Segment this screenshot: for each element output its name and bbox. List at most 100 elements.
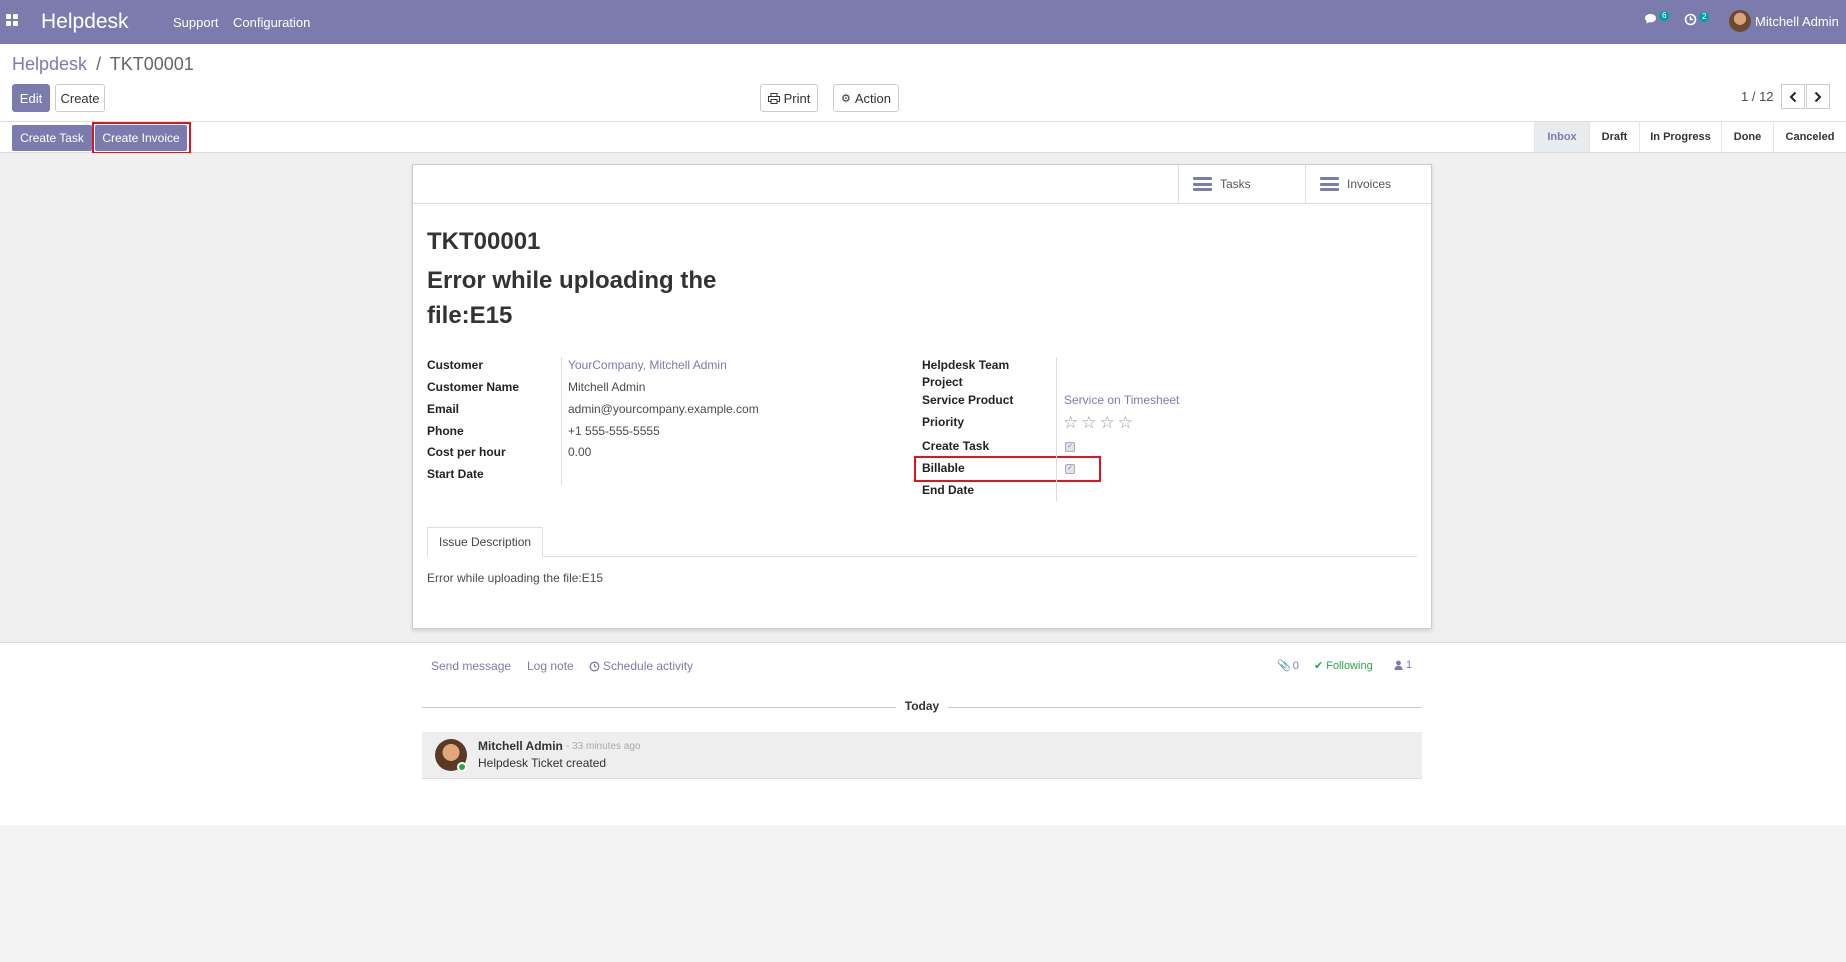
followers-button[interactable]: 1 <box>1394 659 1412 671</box>
invoices-icon <box>1320 177 1339 191</box>
breadcrumb-helpdesk[interactable]: Helpdesk <box>12 54 87 74</box>
pager-value[interactable]: 1 / 12 <box>1741 89 1774 104</box>
tasks-icon <box>1193 177 1212 191</box>
tasks-label: Tasks <box>1220 177 1251 191</box>
action-label: Action <box>854 90 891 106</box>
stage-canceled[interactable]: Canceled <box>1773 122 1846 152</box>
edit-button[interactable]: Edit <box>12 84 50 112</box>
pager-next-button[interactable] <box>1806 84 1830 109</box>
end-date-label: End Date <box>922 483 975 497</box>
start-date-label: Start Date <box>427 467 484 481</box>
cost-per-hour-field[interactable]: 0.00 <box>568 445 591 459</box>
priority-star-icon[interactable]: ☆ <box>1081 413 1096 433</box>
apps-menu-icon[interactable] <box>6 14 20 28</box>
priority-star-icon[interactable]: ☆ <box>1118 413 1133 433</box>
following-button[interactable]: ✔ Following <box>1314 659 1373 673</box>
app-brand[interactable]: Helpdesk <box>41 10 129 34</box>
helpdesk-team-label: Helpdesk Team <box>922 358 1010 372</box>
control-panel: Helpdesk / TKT00001 Edit Create Print ⚙ … <box>0 44 1846 121</box>
attachments-count: 0 <box>1292 659 1299 672</box>
priority-star-icon[interactable]: ☆ <box>1100 413 1115 433</box>
menu-configuration[interactable]: Configuration <box>233 15 310 30</box>
print-icon <box>767 92 780 104</box>
priority-widget: ☆ ☆ ☆ ☆ <box>1063 413 1133 433</box>
create-task-checkbox[interactable]: ✓ <box>1065 442 1075 452</box>
service-product-field[interactable]: Service on Timesheet <box>1064 393 1179 407</box>
form-statusbar: Create Task Create Invoice Inbox Draft I… <box>0 121 1846 154</box>
print-button[interactable]: Print <box>760 84 818 112</box>
left-group-separator <box>561 357 562 485</box>
schedule-activity-label: Schedule activity <box>603 659 694 673</box>
chat-icon <box>1645 14 1656 24</box>
invoices-label: Invoices <box>1347 177 1392 191</box>
user-icon <box>1394 660 1403 670</box>
pager-previous-button[interactable] <box>1781 84 1805 109</box>
activities-badge: 2 <box>1699 11 1710 22</box>
phone-label: Phone <box>427 424 464 438</box>
project-label: Project <box>922 375 963 389</box>
breadcrumb: Helpdesk / TKT00001 <box>12 54 194 75</box>
customer-field[interactable]: YourCompany, Mitchell Admin <box>568 358 727 372</box>
ticket-title[interactable]: Error while uploading the file:E15 <box>427 263 747 333</box>
tab-divider <box>427 556 1417 557</box>
user-menu[interactable]: Mitchell Admin <box>1729 10 1839 32</box>
avatar <box>1729 10 1751 32</box>
day-separator-line <box>422 707 896 708</box>
following-label: Following <box>1326 659 1373 672</box>
stage-done[interactable]: Done <box>1721 122 1773 152</box>
smart-button-box: Tasks Invoices <box>413 165 1431 204</box>
followers-count: 1 <box>1406 659 1413 671</box>
log-note-button[interactable]: Log note <box>527 659 574 673</box>
clock-icon <box>1684 13 1697 26</box>
cost-per-hour-label: Cost per hour <box>427 445 506 459</box>
action-button[interactable]: ⚙ Action <box>833 84 899 112</box>
stage-inbox[interactable]: Inbox <box>1534 122 1589 152</box>
chevron-right-icon <box>1814 91 1822 102</box>
send-message-button[interactable]: Send message <box>431 659 511 673</box>
customer-label: Customer <box>427 358 484 372</box>
create-task-label: Create Task <box>922 439 990 453</box>
check-icon: ✔ <box>1314 660 1324 672</box>
stage-in-progress[interactable]: In Progress <box>1639 122 1721 152</box>
paperclip-icon: 📎 <box>1277 660 1291 672</box>
day-separator-line <box>948 707 1422 708</box>
highlight-create-invoice <box>92 122 191 154</box>
activity-menu[interactable]: 2 <box>1684 11 1710 26</box>
message-body: Helpdesk Ticket created <box>478 756 607 770</box>
create-button[interactable]: Create <box>55 84 105 112</box>
invoices-smart-button[interactable]: Invoices <box>1305 165 1432 203</box>
user-name: Mitchell Admin <box>1755 13 1839 29</box>
priority-label: Priority <box>922 415 965 429</box>
page-background <box>0 825 1846 962</box>
chatter: Send message Log note Schedule activity … <box>0 642 1846 825</box>
priority-star-icon[interactable]: ☆ <box>1063 413 1078 433</box>
email-field[interactable]: admin@yourcompany.example.com <box>568 402 759 416</box>
customer-name-field[interactable]: Mitchell Admin <box>568 380 645 394</box>
phone-field[interactable]: +1 555-555-5555 <box>568 424 660 438</box>
attachments-button[interactable]: 📎 0 <box>1277 659 1299 673</box>
breadcrumb-separator: / <box>96 54 102 74</box>
schedule-activity-button[interactable]: Schedule activity <box>589 659 693 673</box>
ticket-reference: TKT00001 <box>427 228 541 255</box>
message-author[interactable]: Mitchell Admin <box>478 739 563 753</box>
messaging-menu[interactable]: 6 <box>1644 11 1670 25</box>
clock-icon <box>589 661 600 671</box>
create-task-button[interactable]: Create Task <box>12 125 92 151</box>
chatter-message: Mitchell Admin - 33 minutes ago Helpdesk… <box>422 732 1422 779</box>
right-group-separator <box>1056 357 1057 502</box>
tab-issue-description[interactable]: Issue Description <box>427 527 544 557</box>
customer-name-label: Customer Name <box>427 380 520 394</box>
form-sheet: Tasks Invoices TKT00001 Error while uplo… <box>412 164 1432 629</box>
messages-badge: 6 <box>1659 11 1670 21</box>
day-separator: Today <box>904 699 940 713</box>
menu-support[interactable]: Support <box>173 15 219 30</box>
email-label: Email <box>427 402 460 416</box>
issue-description-field[interactable]: Error while uploading the file:E15 <box>427 571 603 585</box>
online-status-icon <box>457 762 467 772</box>
print-label: Print <box>783 90 811 106</box>
message-time: - 33 minutes ago <box>566 741 641 752</box>
tasks-smart-button[interactable]: Tasks <box>1178 165 1305 203</box>
chevron-left-icon <box>1789 91 1797 102</box>
stage-draft[interactable]: Draft <box>1589 122 1639 152</box>
top-navbar: Helpdesk Support Configuration 6 2 Mitch… <box>0 0 1846 44</box>
